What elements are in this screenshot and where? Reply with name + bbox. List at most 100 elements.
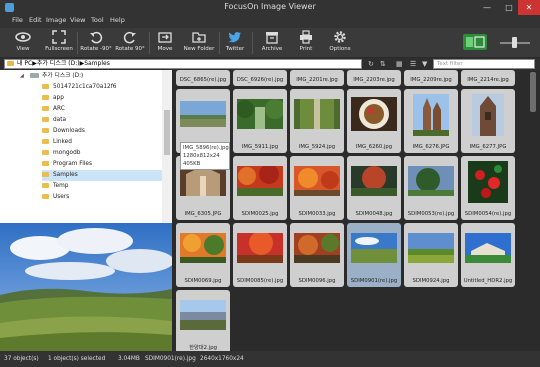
thumbnail-caption: SDIM0053(re).jpg bbox=[407, 211, 455, 217]
thumbnail-caption: Untitled_HDR2.jpg bbox=[463, 278, 513, 284]
archive-button[interactable]: Archive bbox=[256, 30, 288, 56]
gear-icon bbox=[334, 31, 346, 43]
tree-item-selected[interactable]: Samples bbox=[42, 170, 162, 181]
rotate-left-button[interactable]: Rotate -90° bbox=[79, 30, 113, 56]
thumbnail-grid: DSC_6865(re).jpg DSC_6926(re).jpg IMG_22… bbox=[172, 70, 526, 351]
rotate-right-label: Rotate 90° bbox=[115, 46, 145, 52]
fullscreen-label: Fullscreen bbox=[45, 46, 73, 52]
thumbnail-item[interactable]: IMG_6260.jpg bbox=[347, 89, 401, 153]
move-button[interactable]: Move bbox=[152, 30, 178, 56]
rotate-left-label: Rotate -90° bbox=[80, 46, 112, 52]
grid-scrollbar[interactable] bbox=[526, 70, 540, 351]
tree-scrollbar-thumb[interactable] bbox=[164, 110, 170, 155]
text-filter-input[interactable]: Text filter bbox=[433, 59, 535, 69]
zoom-slider-knob[interactable] bbox=[512, 37, 517, 48]
thumbnail-item[interactable]: IMG_6277.JPG bbox=[461, 89, 515, 153]
refresh-icon[interactable]: ↻ bbox=[368, 59, 374, 69]
thumbnail-item[interactable]: SDIM0053(re).jpg bbox=[404, 156, 458, 220]
new-folder-label: New Folder bbox=[183, 46, 215, 52]
tree-item[interactable]: ARC bbox=[42, 104, 162, 115]
tree-item[interactable]: data bbox=[42, 115, 162, 126]
expand-arrow-icon[interactable]: ◢ bbox=[20, 71, 24, 82]
list-icon[interactable]: ☰ bbox=[410, 59, 416, 69]
thumbnail-item[interactable]: Untitled_HDR2.jpg bbox=[461, 223, 515, 287]
thumbnail-item[interactable]: SDIM0054(re).jpg bbox=[461, 156, 515, 220]
twitter-button[interactable]: Twitter bbox=[222, 30, 248, 56]
menu-view[interactable]: View bbox=[70, 16, 85, 24]
thumbnail-item[interactable]: SDIM0025.jpg bbox=[233, 156, 287, 220]
thumbnail-item[interactable]: SDIM0085(re).jpg bbox=[233, 223, 287, 287]
folder-icon bbox=[7, 61, 14, 66]
status-filename: SDIM0901(re).jpg bbox=[145, 356, 196, 362]
archive-label: Archive bbox=[261, 46, 283, 52]
thumbnail-item[interactable]: SDIM0048.jpg bbox=[347, 156, 401, 220]
tree-drive[interactable]: ◢ 추가 디스크 (D:) bbox=[20, 71, 83, 82]
options-button[interactable]: Options bbox=[325, 30, 355, 56]
menu-tool[interactable]: Tool bbox=[91, 16, 104, 24]
eye-icon bbox=[15, 32, 31, 42]
menu-help[interactable]: Help bbox=[110, 16, 125, 24]
thumbnail-item[interactable]: IMG_2201re.jpg bbox=[290, 70, 344, 86]
thumbnail-caption: SDIM0048.jpg bbox=[355, 211, 393, 217]
thumbnail-caption: IMG_2203re.jpg bbox=[353, 77, 395, 83]
tree-item[interactable]: 5014721c1ca70a12f6 bbox=[42, 82, 162, 93]
view-mode-icon[interactable] bbox=[462, 33, 488, 51]
view-label: View bbox=[16, 46, 30, 52]
thumbnail-item-selected[interactable]: SDIM0901(re).jpg bbox=[347, 223, 401, 287]
grid-icon[interactable]: ▦ bbox=[396, 59, 403, 69]
menu-image[interactable]: Image bbox=[46, 16, 66, 24]
thumbnail-item[interactable]: IMG_5911.jpg bbox=[233, 89, 287, 153]
tree-item-label: Downloads bbox=[53, 128, 85, 134]
grid-scrollbar-thumb[interactable] bbox=[530, 72, 536, 112]
thumbnail-caption: SDIM0924.jpg bbox=[412, 278, 450, 284]
tree-item[interactable]: Linked bbox=[42, 137, 162, 148]
thumbnail-image bbox=[294, 233, 340, 263]
fullscreen-button[interactable]: Fullscreen bbox=[42, 30, 76, 56]
thumbnail-item[interactable]: IMG_2203re.jpg bbox=[347, 70, 401, 86]
thumbnail-item[interactable]: SDIM0069.jpg bbox=[176, 223, 230, 287]
folder-icon bbox=[42, 139, 49, 144]
thumbnail-caption: IMG_2214re.jpg bbox=[467, 77, 509, 83]
thumbnail-item[interactable]: DSC_6865(re).jpg bbox=[176, 70, 230, 86]
tree-item[interactable]: Downloads bbox=[42, 126, 162, 137]
tree-item[interactable]: Users bbox=[42, 192, 162, 203]
thumbnail-image bbox=[294, 99, 340, 129]
tree-item[interactable]: mongodb bbox=[42, 148, 162, 159]
tree-item[interactable]: Temp bbox=[42, 181, 162, 192]
close-button[interactable]: ✕ bbox=[518, 0, 540, 15]
thumbnail-image bbox=[465, 233, 511, 263]
folder-icon bbox=[42, 172, 49, 177]
tree-item[interactable]: Program Files bbox=[42, 159, 162, 170]
thumbnail-caption: SDIM0033.jpg bbox=[298, 211, 336, 217]
menu-file[interactable]: File bbox=[12, 16, 23, 24]
thumbnail-item[interactable]: SDIM0924.jpg bbox=[404, 223, 458, 287]
thumbnail-caption: IMG_6305.JPG bbox=[184, 211, 222, 217]
address-input[interactable]: 내 PC▶추가 디스크 (D:)▶Samples bbox=[4, 59, 362, 69]
tree-item[interactable]: app bbox=[42, 93, 162, 104]
print-button[interactable]: Print bbox=[294, 30, 318, 56]
thumbnail-item[interactable]: IMG_5924.jpg bbox=[290, 89, 344, 153]
thumbnail-item[interactable]: 한양대2.jpg bbox=[176, 290, 230, 351]
view-button[interactable]: View bbox=[8, 30, 38, 56]
thumbnail-item[interactable]: SDIM0033.jpg bbox=[290, 156, 344, 220]
tree-scrollbar[interactable] bbox=[162, 70, 172, 223]
rotate-right-button[interactable]: Rotate 90° bbox=[114, 30, 146, 56]
minimize-button[interactable]: — bbox=[478, 0, 496, 15]
thumbnail-image bbox=[294, 166, 340, 196]
thumbnail-item[interactable]: IMG_2209re.jpg bbox=[404, 70, 458, 86]
thumbnail-item[interactable]: SDIM0096.jpg bbox=[290, 223, 344, 287]
new-folder-button[interactable]: New Folder bbox=[181, 30, 217, 56]
options-label: Options bbox=[329, 46, 351, 52]
filter-icon[interactable]: ▼ bbox=[422, 59, 427, 69]
folder-icon bbox=[42, 128, 49, 133]
menu-edit[interactable]: Edit bbox=[29, 16, 42, 24]
maximize-button[interactable]: □ bbox=[500, 0, 518, 15]
thumbnail-item[interactable]: IMG_6276.JPG bbox=[404, 89, 458, 153]
thumbnail-item[interactable]: IMG_2214re.jpg bbox=[461, 70, 515, 86]
tree-item-label: 5014721c1ca70a12f6 bbox=[53, 84, 117, 90]
folder-tree: ◢ 추가 디스크 (D:) 5014721c1ca70a12f6 app ARC… bbox=[0, 70, 172, 223]
thumbnail-caption: SDIM0096.jpg bbox=[298, 278, 336, 284]
sort-icon[interactable]: ⇅ bbox=[380, 59, 386, 69]
move-icon bbox=[158, 32, 172, 43]
thumbnail-item[interactable]: DSC_6926(re).jpg bbox=[233, 70, 287, 86]
